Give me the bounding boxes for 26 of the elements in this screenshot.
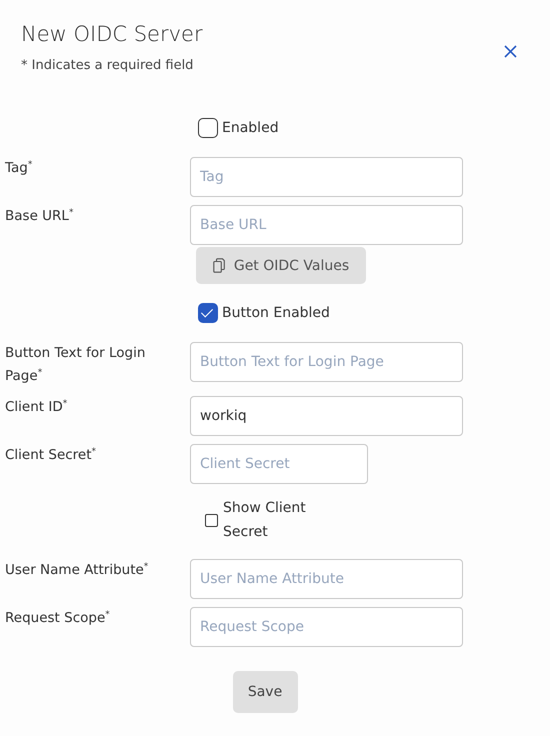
input-field[interactable]: Client Secret (190, 444, 368, 484)
field-label: User Name Attribute$^{*}$ (5, 562, 148, 578)
field-label: Client Secret$^{*}$ (5, 447, 96, 463)
close-icon[interactable] (504, 45, 517, 58)
dialog-title: New OIDC Server (21, 22, 203, 46)
field-label: Client ID$^{*}$ (5, 399, 68, 415)
get-values-button[interactable]: Get OIDC Values (196, 247, 366, 284)
checkbox[interactable] (198, 303, 218, 323)
checkbox-label: Button Enabled (222, 304, 330, 323)
input-field[interactable]: Base URL (190, 205, 463, 245)
field-label: Button Text for Login Page$^{*}$ (5, 345, 146, 384)
checkbox-label: Enabled (222, 119, 279, 138)
checkbox[interactable] (198, 118, 218, 138)
save-button[interactable]: Save (232, 671, 298, 713)
input-field[interactable]: User Name Attribute (190, 559, 463, 599)
field-label: Base URL$^{*}$ (5, 208, 74, 224)
field-label: Tag$^{*}$ (5, 160, 32, 176)
checkbox[interactable] (205, 514, 218, 526)
input-field[interactable]: Tag (190, 157, 463, 197)
input-field[interactable]: workiq (190, 396, 463, 436)
field-label: Request Scope$^{*}$ (5, 610, 110, 626)
checkbox-label: Show Client Secret (223, 499, 307, 542)
copy-icon (212, 258, 225, 273)
required-field-note: * Indicates a required field (21, 58, 194, 73)
input-field[interactable]: Request Scope (190, 607, 463, 647)
input-field[interactable]: Button Text for Login Page (190, 342, 463, 382)
